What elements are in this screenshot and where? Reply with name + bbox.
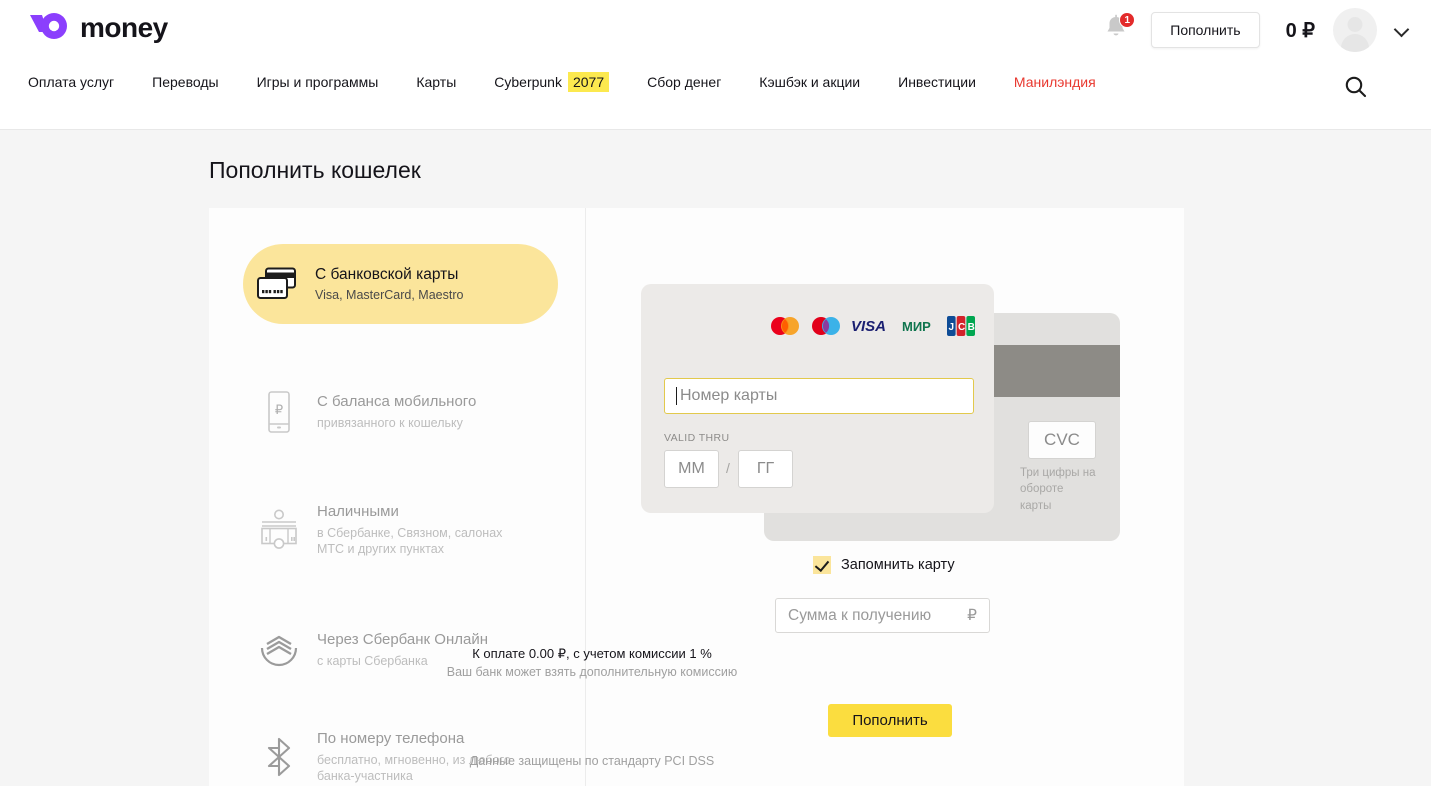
page-root: money 1 Пополнить 0 ₽ Оплата услуг Перев… xyxy=(0,0,1431,786)
nav-item-label: Манилэндия xyxy=(1013,74,1096,90)
method-title: С банковской карты xyxy=(315,265,459,283)
nav-item-3[interactable]: Карты xyxy=(416,74,456,90)
chevron-down-icon[interactable] xyxy=(1395,23,1409,37)
method-text: С баланса мобильного привязанного к коше… xyxy=(317,393,476,431)
mastercard-icon xyxy=(769,316,801,341)
header-topup-button[interactable]: Пополнить xyxy=(1151,12,1260,48)
method-phone-number[interactable]: По номеру телефона бесплатно, мгновенно,… xyxy=(245,720,558,786)
logo[interactable]: money xyxy=(28,10,168,46)
nav-item-6[interactable]: Кэшбэк и акции xyxy=(759,74,860,90)
nav-item-label: Инвестиции xyxy=(898,74,976,90)
nav-item-label: Сбор денег xyxy=(647,74,722,90)
method-title: С баланса мобильного xyxy=(317,392,477,410)
method-text: Наличными в Сбербанке, Связном, салонах … xyxy=(317,503,517,558)
notification-badge: 1 xyxy=(1119,12,1136,28)
method-title: По номеру телефона xyxy=(317,730,465,747)
method-mobile-balance[interactable]: ₽ С баланса мобильного привязанного к ко… xyxy=(245,380,558,444)
currency-symbol: ₽ xyxy=(967,607,977,624)
bank-card-icon xyxy=(255,262,299,306)
header-actions: 1 Пополнить 0 ₽ xyxy=(1103,8,1409,52)
submit-topup-button[interactable]: Пополнить xyxy=(828,704,952,737)
payment-methods-panel: С банковской карты Visa, MasterCard, Mae… xyxy=(209,208,586,786)
remember-card-checkbox[interactable] xyxy=(813,556,831,574)
method-sub: в Сбербанке, Связном, салонах МТС и друг… xyxy=(317,525,503,557)
remember-card-row[interactable]: Запомнить карту xyxy=(813,556,955,574)
maestro-icon xyxy=(810,316,842,341)
svg-text:B: B xyxy=(968,322,975,333)
logo-text: money xyxy=(80,12,168,43)
commission-note: Ваш банк может взять дополнительную коми… xyxy=(446,665,738,679)
header-divider xyxy=(0,129,1431,130)
pci-note: Данные защищены по стандарту PCI DSS xyxy=(469,754,715,768)
search-icon[interactable] xyxy=(1343,74,1369,100)
amount-input[interactable]: Сумма к получению ₽ xyxy=(775,598,990,633)
mir-icon: МИР xyxy=(902,318,938,339)
expiry-year-input[interactable]: ГГ xyxy=(738,450,793,488)
nav-item-2[interactable]: Игры и программы xyxy=(257,74,379,90)
balance-amount: 0 ₽ xyxy=(1285,19,1315,42)
valid-thru-label: VALID THRU xyxy=(664,432,730,444)
method-cash[interactable]: Наличными в Сбербанке, Связном, салонах … xyxy=(245,493,558,568)
avatar[interactable] xyxy=(1333,8,1377,52)
nav-item-label: Переводы xyxy=(152,74,219,90)
mobile-phone-icon: ₽ xyxy=(257,390,301,434)
nav-item-label: Игры и программы xyxy=(256,74,379,90)
text-caret xyxy=(676,387,677,405)
method-title: Наличными xyxy=(317,503,399,520)
svg-text:МИР: МИР xyxy=(902,319,931,334)
visa-icon: VISA xyxy=(851,317,893,340)
method-bank-card[interactable]: С банковской карты Visa, MasterCard, Mae… xyxy=(243,244,558,324)
method-sub: привязанного к кошельку xyxy=(317,415,463,430)
svg-text:J: J xyxy=(949,322,955,333)
svg-text:₽: ₽ xyxy=(275,402,283,417)
main-nav: Оплата услуг Переводы Игры и программы К… xyxy=(28,72,1134,92)
payment-system-logos: VISA МИР J C B xyxy=(769,316,975,341)
yoomoney-logo-icon xyxy=(28,10,70,46)
nav-item-badge: 2077 xyxy=(567,72,610,92)
nav-item-1[interactable]: Переводы xyxy=(152,74,218,90)
expiry-month-input[interactable]: ММ xyxy=(664,450,719,488)
nav-item-label: Оплата услуг xyxy=(28,74,115,90)
site-header: money 1 Пополнить 0 ₽ Оплата услуг Перев… xyxy=(0,0,1431,130)
card-number-placeholder: Номер карты xyxy=(680,387,778,404)
nav-item-5[interactable]: Сбор денег xyxy=(647,74,721,90)
nav-item-4[interactable]: Cyberpunk 2077 xyxy=(494,72,610,92)
amount-placeholder: Сумма к получению xyxy=(788,606,932,624)
nav-item-0[interactable]: Оплата услуг xyxy=(28,74,114,90)
svg-text:C: C xyxy=(958,322,965,333)
cvc-input[interactable]: CVC xyxy=(1028,421,1096,459)
jcb-icon: J C B xyxy=(947,316,975,341)
bell-icon[interactable]: 1 xyxy=(1103,12,1136,47)
card-front-side: VISA МИР J C B Номер карты VALID THRU ММ… xyxy=(641,284,994,513)
nav-item-7[interactable]: Инвестиции xyxy=(898,74,976,90)
remember-card-label: Запомнить карту xyxy=(841,557,955,573)
method-sub: Visa, MasterCard, Maestro xyxy=(315,287,464,302)
cash-terminal-icon xyxy=(257,508,301,552)
nav-item-label: Карты xyxy=(416,74,457,90)
svg-text:VISA: VISA xyxy=(851,318,886,335)
page-title: Пополнить кошелек xyxy=(209,157,421,183)
cvc-hint: Три цифры на обороте карты xyxy=(1020,467,1096,512)
method-text: С банковской карты Visa, MasterCard, Mae… xyxy=(315,265,463,304)
nav-item-label: Кэшбэк и акции xyxy=(759,74,861,90)
commission-line: К оплате 0.00 ₽, с учетом комиссии 1 % xyxy=(472,646,712,661)
nav-item-8[interactable]: Манилэндия xyxy=(1014,74,1096,90)
nav-item-label: Cyberpunk xyxy=(494,74,562,90)
expiry-separator: / xyxy=(726,460,730,476)
card-number-input[interactable]: Номер карты xyxy=(664,378,974,414)
